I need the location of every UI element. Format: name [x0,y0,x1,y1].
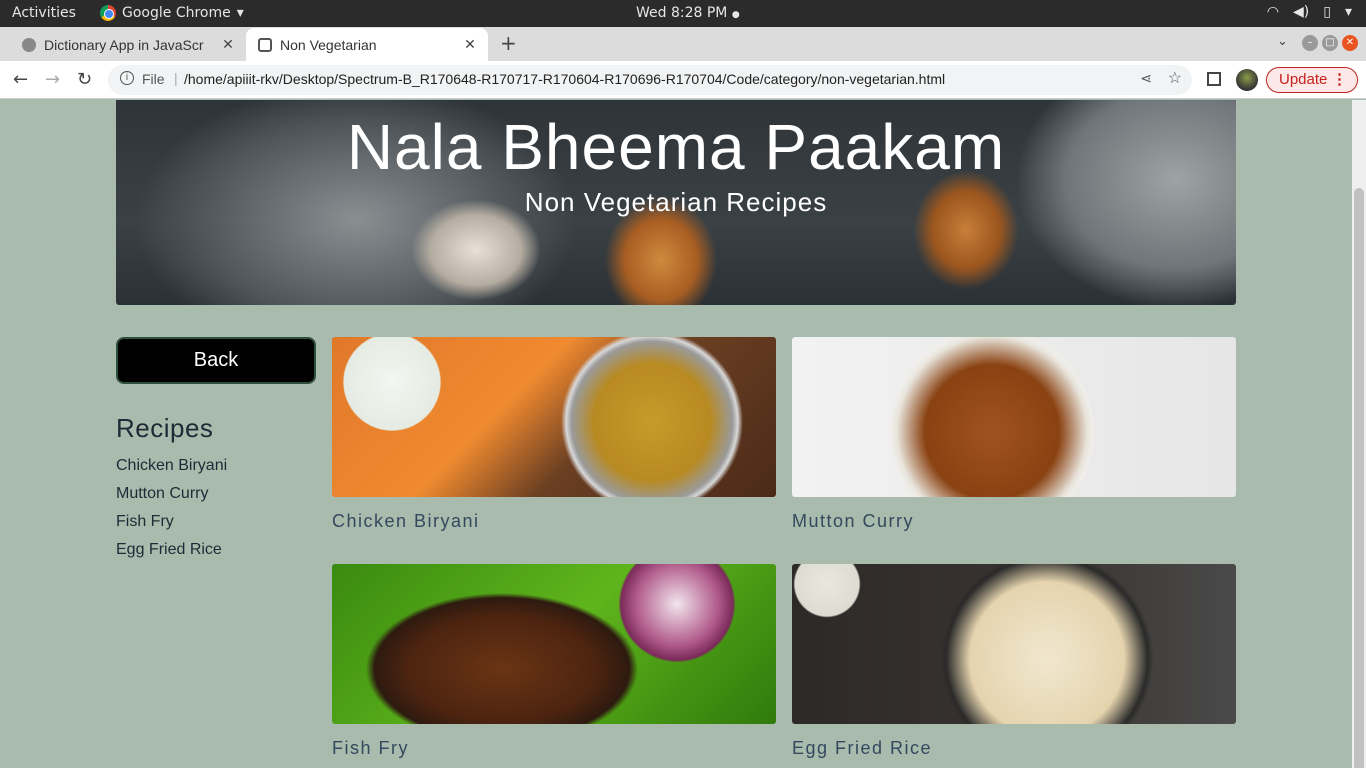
share-icon[interactable]: ⋖ [1140,70,1152,87]
bookmark-star-icon[interactable]: ☆ [1168,68,1182,88]
power-menu-icon: ▾ [1344,4,1352,20]
tab-title: Non Vegetarian [280,36,377,53]
window-close-icon[interactable]: ✕ [1342,35,1358,51]
page-viewport: Nala Bheema Paakam Non Vegetarian Recipe… [0,100,1352,768]
close-icon[interactable]: ✕ [220,36,236,53]
back-arrow-icon[interactable]: ← [13,69,28,90]
tab-strip: Dictionary App in JavaScr ✕ Non Vegetari… [0,27,1366,61]
scheme-label: File [142,71,165,87]
kebab-menu-icon[interactable]: ⋮ [1332,68,1347,92]
chrome-logo-icon [100,5,116,21]
wifi-icon: ◠ [1266,4,1280,20]
recipe-link-egg-fried-rice[interactable]: Egg Fried Rice [116,540,227,568]
minimize-icon[interactable]: – [1302,35,1318,51]
card-title[interactable]: Fish Fry [332,738,776,759]
recipe-link-list: Chicken Biryani Mutton Curry Fish Fry Eg… [116,456,227,568]
window-controls: – □ ✕ [1302,35,1358,51]
recipe-card-fish-fry[interactable]: Fish Fry [332,564,776,759]
reload-icon[interactable]: ↻ [77,69,92,90]
caret-down-icon: ▾ [236,5,244,21]
recipe-card-mutton-curry[interactable]: Mutton Curry [792,337,1236,532]
recipe-link-fish-fry[interactable]: Fish Fry [116,512,227,540]
back-button[interactable]: Back [116,337,316,384]
navigation-bar: ← → ↻ i File | /home/apiiit-rkv/Desktop/… [0,61,1366,99]
vertical-scrollbar[interactable] [1352,100,1366,768]
fish-fry-image[interactable] [332,564,776,724]
recipe-link-chicken-biryani[interactable]: Chicken Biryani [116,456,227,484]
chicken-biryani-image[interactable] [332,337,776,497]
tab-non-vegetarian[interactable]: Non Vegetarian ✕ [246,28,488,61]
url-text[interactable]: /home/apiiit-rkv/Desktop/Spectrum-B_R170… [184,71,945,87]
scrollbar-thumb[interactable] [1354,188,1364,768]
address-bar[interactable]: i File | /home/apiiit-rkv/Desktop/Spectr… [108,65,1192,95]
side-panel-icon[interactable] [1207,72,1221,86]
system-tray[interactable]: ◠ ◀) ▯ ▾ [1267,4,1352,20]
new-tab-button[interactable]: + [500,31,517,55]
egg-fried-rice-image[interactable] [792,564,1236,724]
battery-icon: ▯ [1323,4,1331,20]
update-label: Update [1279,71,1328,88]
app-menu-label: Google Chrome [122,5,231,21]
recipe-link-mutton-curry[interactable]: Mutton Curry [116,484,227,512]
hero-banner: Nala Bheema Paakam Non Vegetarian Recipe… [116,100,1236,305]
clock-label: Wed 8:28 PM [636,5,728,21]
profile-avatar[interactable] [1236,69,1258,91]
tab-title: Dictionary App in JavaScr [44,36,204,53]
mutton-curry-image[interactable] [792,337,1236,497]
forward-arrow-icon[interactable]: → [45,69,60,90]
page-icon [258,37,272,52]
card-title[interactable]: Mutton Curry [792,511,1236,532]
card-title[interactable]: Egg Fried Rice [792,738,1236,759]
system-top-bar: Activities Google Chrome ▾ Wed 8:28 PM ●… [0,0,1366,27]
close-icon[interactable]: ✕ [462,36,478,53]
notification-dot: ● [731,10,740,20]
recipe-card-chicken-biryani[interactable]: Chicken Biryani [332,337,776,532]
page-subtitle: Non Vegetarian Recipes [524,187,828,217]
card-title[interactable]: Chicken Biryani [332,511,776,532]
recipes-heading: Recipes [116,413,214,443]
recipe-card-egg-fried-rice[interactable]: Egg Fried Rice [792,564,1236,759]
clock[interactable]: Wed 8:28 PM ● [636,5,740,21]
app-menu[interactable]: Google Chrome ▾ [100,5,244,21]
maximize-icon[interactable]: □ [1322,35,1338,51]
globe-icon [22,37,36,52]
divider: | [174,70,178,86]
info-icon[interactable]: i [120,71,134,85]
tab-search-chevron-icon[interactable]: ⌄ [1277,34,1288,49]
tab-dictionary-app[interactable]: Dictionary App in JavaScr ✕ [10,28,246,61]
activities-button[interactable]: Activities [12,5,76,21]
update-button[interactable]: Update ⋮ [1266,67,1358,93]
site-title: Nala Bheema Paakam [346,111,1006,183]
volume-icon: ◀) [1293,4,1310,20]
